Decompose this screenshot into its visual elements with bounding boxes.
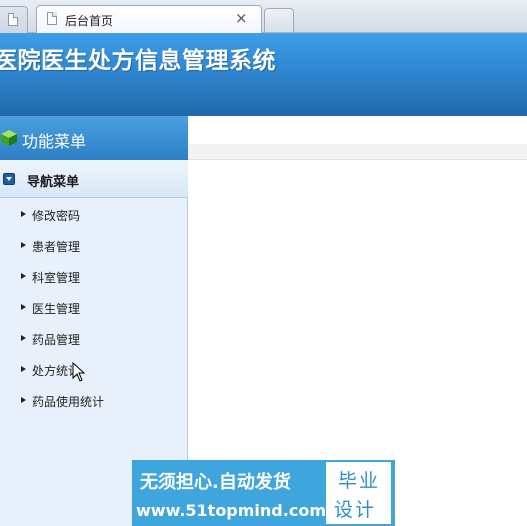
page-icon: [47, 12, 57, 25]
watermark-slogan: 无须担心.自动发货: [140, 472, 291, 493]
mouse-cursor-icon: [72, 362, 86, 382]
cube-icon: [1, 130, 17, 146]
menu-item-departments[interactable]: 科室管理: [0, 262, 188, 293]
arrow-right-icon: [21, 366, 26, 372]
active-browser-tab[interactable]: 后台首页 ×: [36, 5, 262, 33]
watermark-badge: 毕业 设计: [326, 462, 391, 524]
menu-item-prescription-stats[interactable]: 处方统计: [0, 355, 188, 386]
page-icon: [8, 13, 18, 26]
nav-menu-title: 导航菜单: [27, 175, 80, 190]
watermark-url: www.51topmind.com: [136, 501, 326, 520]
close-icon[interactable]: ×: [235, 9, 248, 27]
menu-item-label: 医生管理: [32, 302, 81, 316]
watermark-text-block: 无须担心.自动发货 www.51topmind.com: [132, 460, 326, 526]
watermark-badge-line1: 毕业: [338, 470, 381, 492]
menu-item-medicine-usage-stats[interactable]: 药品使用统计: [0, 386, 188, 417]
arrow-right-icon: [21, 304, 26, 310]
menu-item-label: 科室管理: [32, 271, 81, 285]
watermark-badge-line2: 设计: [334, 499, 377, 521]
new-tab-button[interactable]: [264, 8, 294, 32]
watermark-banner: 无须担心.自动发货 www.51topmind.com 毕业 设计: [132, 460, 395, 526]
tab-title: 后台首页: [65, 14, 114, 28]
menu-item-label: 患者管理: [32, 240, 81, 254]
nav-menu-header[interactable]: 导航菜单: [0, 160, 188, 198]
menu-item-label: 修改密码: [32, 209, 81, 223]
menu-item-change-password[interactable]: 修改密码: [0, 200, 188, 231]
arrow-right-icon: [21, 211, 26, 217]
arrow-right-icon: [21, 273, 26, 279]
sidebar-heading: 功能菜单: [22, 132, 87, 151]
collapse-toggle-icon[interactable]: [3, 173, 15, 185]
menu-item-label: 药品使用统计: [32, 395, 105, 409]
arrow-right-icon: [21, 242, 26, 248]
menu-item-doctors[interactable]: 医生管理: [0, 293, 188, 324]
menu-item-label: 药品管理: [32, 333, 81, 347]
menu-item-medicines[interactable]: 药品管理: [0, 324, 188, 355]
previous-tab[interactable]: [0, 6, 28, 33]
arrow-right-icon: [21, 335, 26, 341]
header-banner: 医院医生处方信息管理系统: [0, 33, 527, 116]
sidebar-header: 功能菜单: [0, 116, 188, 160]
arrow-right-icon: [21, 397, 26, 403]
nav-menu: 修改密码 患者管理 科室管理 医生管理 药品管理 处方统计 药品使用统计: [0, 200, 188, 417]
menu-item-patients[interactable]: 患者管理: [0, 231, 188, 262]
browser-tab-strip: 后台首页 ×: [0, 0, 527, 33]
page-title: 医院医生处方信息管理系统: [0, 48, 276, 74]
content-toolbar-strip: [188, 144, 527, 160]
